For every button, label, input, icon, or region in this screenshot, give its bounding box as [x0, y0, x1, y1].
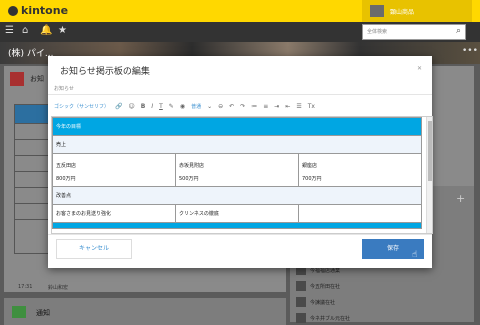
hand-cursor-icon: ☝ — [412, 250, 418, 260]
store-cell[interactable]: 五反田店 800万円 — [52, 153, 176, 187]
store-cell[interactable]: 赤坂見附店 500万円 — [175, 153, 299, 187]
edit-time: 17:31 — [18, 284, 33, 290]
goals-table: 今年の目標 売上 五反田店 800万円 赤坂見附店 500万円 銀座店 700万… — [52, 117, 422, 229]
cancel-button[interactable]: キャンセル — [56, 239, 132, 259]
link-icon[interactable]: 🔗 — [115, 103, 122, 110]
kintone-logo[interactable]: kintone — [8, 4, 68, 17]
font-color-icon[interactable]: ✎ — [169, 103, 174, 110]
italic-icon[interactable]: I — [151, 103, 153, 110]
menu-icon[interactable]: ☰ — [5, 25, 14, 36]
member-avatar — [296, 313, 306, 323]
notice-board-icon — [10, 72, 24, 86]
search-input[interactable]: 全体検索 ⌕ — [362, 24, 466, 40]
font-family-select[interactable]: ゴシック（サンセリフ） — [54, 103, 109, 110]
bullet-list-icon[interactable]: ≡ — [263, 103, 268, 110]
bold-icon[interactable]: B — [141, 103, 146, 110]
emoji-icon[interactable]: ☺ — [129, 103, 135, 110]
divider — [48, 94, 432, 95]
notification-panel-icon — [12, 306, 26, 318]
member-name: 今五所田在社 — [310, 283, 341, 290]
member-item[interactable]: 今諫議在社 — [296, 296, 335, 308]
chevron-down-icon[interactable]: ⌄ — [207, 103, 212, 110]
member-avatar — [296, 281, 306, 291]
member-name: 今諫議在社 — [310, 299, 336, 306]
table-row — [52, 222, 422, 229]
strikethrough-icon[interactable]: ⊖ — [218, 103, 223, 110]
editor-scrollbar[interactable] — [426, 117, 432, 233]
home-icon[interactable]: ⌂ — [22, 25, 28, 36]
redo-icon[interactable]: ↷ — [240, 103, 245, 110]
improvement-cell[interactable]: お客さまのお見送り強化 — [52, 204, 176, 223]
editor-toolbar: ゴシック（サンセリフ） 🔗 ☺ B I T ✎ ◉ 普通 ⌄ ⊖ ↶ ↷ ≔ ≡… — [54, 100, 426, 112]
more-options-icon[interactable]: ••• — [462, 46, 478, 56]
store-name: 五反田店 — [56, 163, 77, 169]
outdent-icon[interactable]: ⇤ — [285, 103, 290, 110]
store-name: 赤坂見附店 — [179, 163, 205, 169]
notification-panel: 通知 — [4, 298, 286, 325]
close-icon[interactable]: ✕ — [417, 65, 422, 72]
background-color-icon[interactable]: ◉ — [180, 103, 185, 110]
top-bar: kintone 顕山商品 — [0, 0, 480, 22]
divider — [48, 234, 432, 235]
align-icon[interactable]: ☰ — [296, 103, 301, 110]
user-menu[interactable]: 顕山商品 — [362, 0, 472, 22]
favorite-icon[interactable]: ★ — [58, 25, 67, 36]
table-footer-cell — [52, 222, 422, 229]
notification-panel-title: 通知 — [36, 309, 50, 317]
store-cell[interactable]: 銀座店 700万円 — [298, 153, 422, 187]
user-avatar — [370, 5, 384, 17]
field-label: お知らせ — [54, 86, 74, 92]
plus-icon[interactable]: + — [456, 192, 465, 205]
rich-text-editor[interactable]: 今年の目標 売上 五反田店 800万円 赤坂見附店 500万円 銀座店 700万… — [51, 116, 433, 234]
store-name: 銀座店 — [302, 163, 318, 169]
section-cell[interactable]: 売上 — [52, 135, 422, 154]
table-row: 売上 — [52, 135, 422, 154]
improvement-cell[interactable] — [298, 204, 422, 223]
table-header-cell[interactable]: 今年の目標 — [52, 117, 422, 136]
store-value: 700万円 — [302, 176, 322, 182]
underline-icon[interactable]: T — [159, 103, 163, 110]
store-value: 800万円 — [56, 176, 76, 182]
logo-mark-icon — [8, 5, 18, 16]
member-name: 今ネ井ブル元在社 — [310, 315, 351, 322]
font-size-select[interactable]: 普通 — [191, 103, 201, 110]
dialog-title: お知らせ掲示板の編集 — [60, 67, 150, 77]
user-name: 顕山商品 — [390, 8, 415, 16]
table-row: 五反田店 800万円 赤坂見附店 500万円 銀座店 700万円 — [52, 153, 422, 187]
logo-text: kintone — [21, 4, 69, 17]
banner-text: (株) パイ... — [8, 49, 54, 59]
section-cell[interactable]: 改善点 — [52, 186, 422, 205]
member-avatar — [296, 297, 306, 307]
search-icon[interactable]: ⌕ — [456, 26, 461, 36]
search-placeholder: 全体検索 — [367, 29, 388, 35]
improvement-cell[interactable]: クリンネスの徹底 — [175, 204, 299, 223]
scrollbar-thumb[interactable] — [428, 121, 432, 181]
clear-format-icon[interactable]: Tx — [308, 103, 315, 110]
table-row: 今年の目標 — [52, 117, 422, 136]
undo-icon[interactable]: ↶ — [229, 103, 234, 110]
member-item[interactable]: 今五所田在社 — [296, 280, 340, 292]
table-row: お客さまのお見送り強化 クリンネスの徹底 — [52, 204, 422, 223]
notification-icon[interactable]: 🔔 — [40, 25, 52, 36]
edit-notice-dialog: お知らせ掲示板の編集 ✕ お知らせ ゴシック（サンセリフ） 🔗 ☺ B I T … — [48, 56, 433, 268]
notice-board-title: お知 — [30, 75, 44, 83]
editor-name[interactable]: 鈴山和宏 — [48, 284, 68, 291]
store-value: 500万円 — [179, 176, 199, 182]
numbered-list-icon[interactable]: ≔ — [251, 103, 257, 110]
table-row: 改善点 — [52, 186, 422, 205]
indent-icon[interactable]: ⇥ — [274, 103, 279, 110]
member-item[interactable]: 今ネ井ブル元在社 — [296, 312, 350, 324]
